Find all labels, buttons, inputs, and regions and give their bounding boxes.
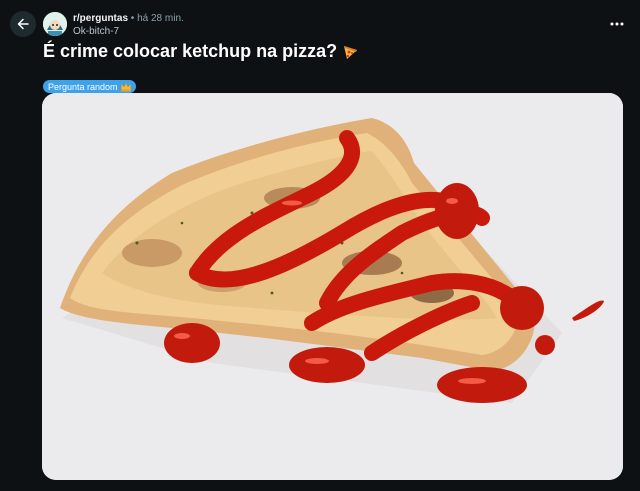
post-title-text: É crime colocar ketchup na pizza? <box>43 41 338 61</box>
post-title: É crime colocar ketchup na pizza? <box>43 41 358 62</box>
arrow-left-icon <box>17 18 29 30</box>
post-image[interactable] <box>42 93 623 480</box>
post-time: há 28 min. <box>137 13 184 24</box>
back-button[interactable] <box>10 11 36 37</box>
subreddit-avatar[interactable] <box>43 12 67 36</box>
post-flair[interactable]: Pergunta random <box>43 80 136 93</box>
author-link[interactable]: Ok-bitch-7 <box>73 26 184 38</box>
post-meta: r/perguntas • há 28 min. Ok-bitch-7 <box>73 13 184 38</box>
ellipsis-horizontal-icon <box>610 22 624 26</box>
subreddit-link[interactable]: r/perguntas <box>73 13 128 24</box>
meta-separator: • <box>130 13 135 24</box>
crown-emoji-icon <box>120 81 131 91</box>
pizza-emoji-icon <box>344 45 358 59</box>
pizza-image <box>42 93 623 480</box>
flair-label: Pergunta random <box>48 81 118 92</box>
more-options-button[interactable] <box>606 13 628 35</box>
